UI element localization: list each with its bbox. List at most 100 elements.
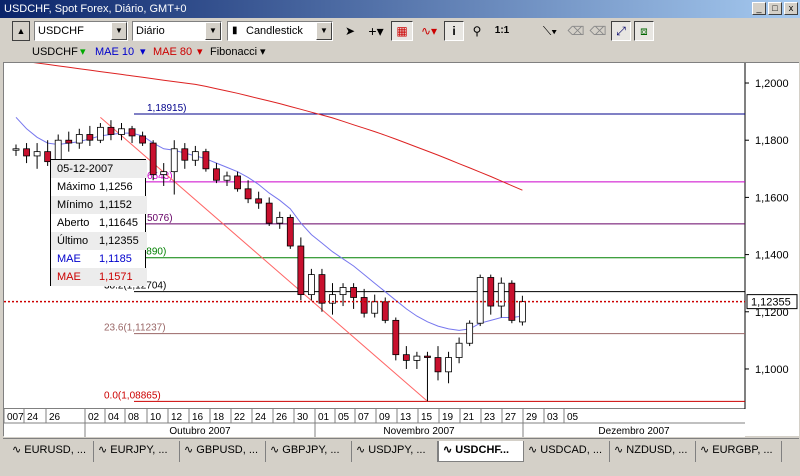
chart-tab-label: EURUSD, ...	[24, 444, 87, 456]
chart-tab[interactable]: ∿ EURJPY, ...	[94, 441, 180, 462]
candle-body-down	[402, 354, 410, 361]
x-tick-label: 04	[108, 412, 120, 423]
x-tick-label: 03	[547, 412, 559, 423]
scroll-up-button[interactable]: ▲	[12, 21, 30, 41]
x-tick-label: 01	[318, 412, 330, 423]
candle-body-down	[265, 202, 273, 224]
legend-symbol-dropdown-icon[interactable]: ▾	[80, 44, 86, 60]
candle-body-down	[392, 319, 400, 356]
chart-type-select-value: Candlestick	[246, 25, 303, 37]
fib-level-label: 5076)	[147, 213, 173, 224]
candle-body-down	[244, 188, 252, 200]
x-tick-label: 30	[297, 412, 309, 423]
candle-body-up	[276, 217, 284, 224]
candle-body-down	[139, 135, 147, 144]
timeframe-select[interactable]: Diário ▼	[132, 21, 222, 41]
candle-body-up	[476, 277, 484, 324]
legend-mae80-dropdown-icon[interactable]: ▾	[197, 44, 203, 60]
x-tick-label: 18	[213, 412, 225, 423]
info-icon[interactable]: i	[444, 21, 464, 41]
indicators-icon[interactable]: ∿▾	[417, 21, 441, 41]
eraser-icon[interactable]: ⌫	[566, 21, 586, 41]
candle-body-up	[33, 151, 41, 157]
crosshair-tool-icon[interactable]: +▾	[364, 21, 388, 41]
maximize-button[interactable]: □	[768, 2, 782, 15]
candle-body-down	[424, 355, 431, 358]
chart-tab-icon: ∿	[528, 444, 541, 456]
month-label: Novembro 2007	[383, 426, 455, 437]
close-button[interactable]: x	[784, 2, 798, 15]
grid-toggle-icon[interactable]: ▦	[391, 21, 413, 41]
cursor-tool-icon[interactable]: ➤	[340, 21, 360, 41]
candle-body-down	[128, 128, 136, 137]
window-title: USDCHF, Spot Forex, Diário, GMT+0	[4, 3, 187, 15]
eraser-all-icon[interactable]: ⌫	[588, 21, 608, 41]
legend-symbol: USDCHF	[32, 46, 78, 58]
chart-tab[interactable]: ∿ USDJPY, ...	[352, 441, 438, 462]
chart-tab[interactable]: ∿ EURGBP, ...	[696, 441, 782, 462]
title-bar: USDCHF, Spot Forex, Diário, GMT+0 _ □ x	[0, 0, 800, 18]
timeframe-select-value: Diário	[136, 25, 165, 37]
tooltip-value: 1,12355	[99, 235, 139, 247]
candle-body-down	[202, 151, 210, 170]
candle-body-up	[160, 171, 168, 175]
tooltip-row: Último 1,12355	[51, 232, 147, 250]
trendline-tool-icon[interactable]: ⟍▾	[537, 21, 563, 41]
y-tick-label: 1,1800	[755, 135, 789, 147]
candle-body-down	[86, 134, 94, 141]
legend-mae80[interactable]: MAE 80	[153, 44, 192, 60]
candle-body-down	[23, 148, 30, 157]
candle-body-up	[445, 357, 452, 373]
legend-fibonacci[interactable]: Fibonacci	[210, 44, 257, 60]
legend-fibonacci-dropdown-icon[interactable]: ▾	[260, 44, 266, 60]
minimize-button[interactable]: _	[752, 2, 766, 15]
symbol-select[interactable]: USDCHF ▼	[34, 21, 128, 41]
fib-level-label: 0.0(1,08865)	[104, 390, 161, 401]
chart-tab[interactable]: ∿ GBPJPY, ...	[266, 441, 352, 462]
x-tick-label: 07	[358, 412, 370, 423]
candle-body-up	[223, 175, 231, 181]
chart-tab[interactable]: ∿ GBPUSD, ...	[180, 441, 266, 462]
chevron-down-icon[interactable]: ▼	[316, 22, 332, 40]
candle-body-up	[371, 301, 379, 314]
legend-mae10[interactable]: MAE 10	[95, 44, 134, 60]
chart-tab[interactable]: ∿ USDCAD, ...	[524, 441, 610, 462]
candle-body-up	[75, 134, 83, 144]
x-tick-label: 15	[421, 412, 433, 423]
candle-body-down	[213, 168, 220, 181]
candle-body-down	[297, 245, 305, 296]
candle-body-up	[307, 274, 315, 296]
chart-tabs: ∿ EURUSD, ... ∿ EURJPY, ... ∿ GBPUSD, ... ∿…	[3, 438, 799, 462]
auto-scale-icon[interactable]: ⧈	[634, 21, 654, 41]
x-tick-label: 05	[338, 412, 350, 423]
chart-tab[interactable]: ∿ USDCHF...	[438, 441, 524, 462]
candle-body-up	[413, 355, 421, 361]
tooltip-value: 1,1571	[99, 271, 133, 283]
candle-body-up	[455, 342, 463, 358]
x-tick-label: 24	[255, 412, 267, 423]
chart-tab-label: USDJPY, ...	[368, 444, 426, 456]
chart-tab-icon: ∿	[443, 444, 456, 456]
x-tick-label: 007	[7, 412, 24, 423]
chart-tab-icon: ∿	[12, 444, 25, 456]
chevron-down-icon[interactable]: ▼	[111, 22, 127, 40]
chevron-down-icon[interactable]: ▼	[205, 22, 221, 40]
tooltip-label: MAE	[57, 253, 81, 265]
candle-body-up	[339, 287, 347, 296]
x-tick-label: 24	[27, 412, 39, 423]
zoom-icon[interactable]: ⚲	[467, 21, 487, 41]
legend-mae10-dropdown-icon[interactable]: ▾	[140, 44, 146, 60]
chart-type-select[interactable]: ▮ Candlestick ▼	[227, 21, 333, 41]
x-tick-label: 22	[234, 412, 246, 423]
autoscroll-icon[interactable]: ⤢	[611, 21, 631, 41]
chart-tab-label: USDCHF...	[455, 444, 510, 456]
x-tick-label: 19	[442, 412, 454, 423]
chart-tab[interactable]: ∿ NZDUSD, ...	[610, 441, 696, 462]
x-tick-label: 29	[526, 412, 538, 423]
chart-tab[interactable]: ∿ EURUSD, ...	[8, 441, 94, 462]
zoom-1-1-button[interactable]: 1:1	[490, 21, 514, 41]
chart-tab-label: USDCAD, ...	[540, 444, 603, 456]
tooltip-row: Mínimo 1,1152	[51, 196, 147, 214]
price-chart[interactable]: 1,18915)6543)5076)50.0(1,13890)38.2(1,12…	[3, 59, 799, 437]
x-tick-label: 26	[276, 412, 288, 423]
